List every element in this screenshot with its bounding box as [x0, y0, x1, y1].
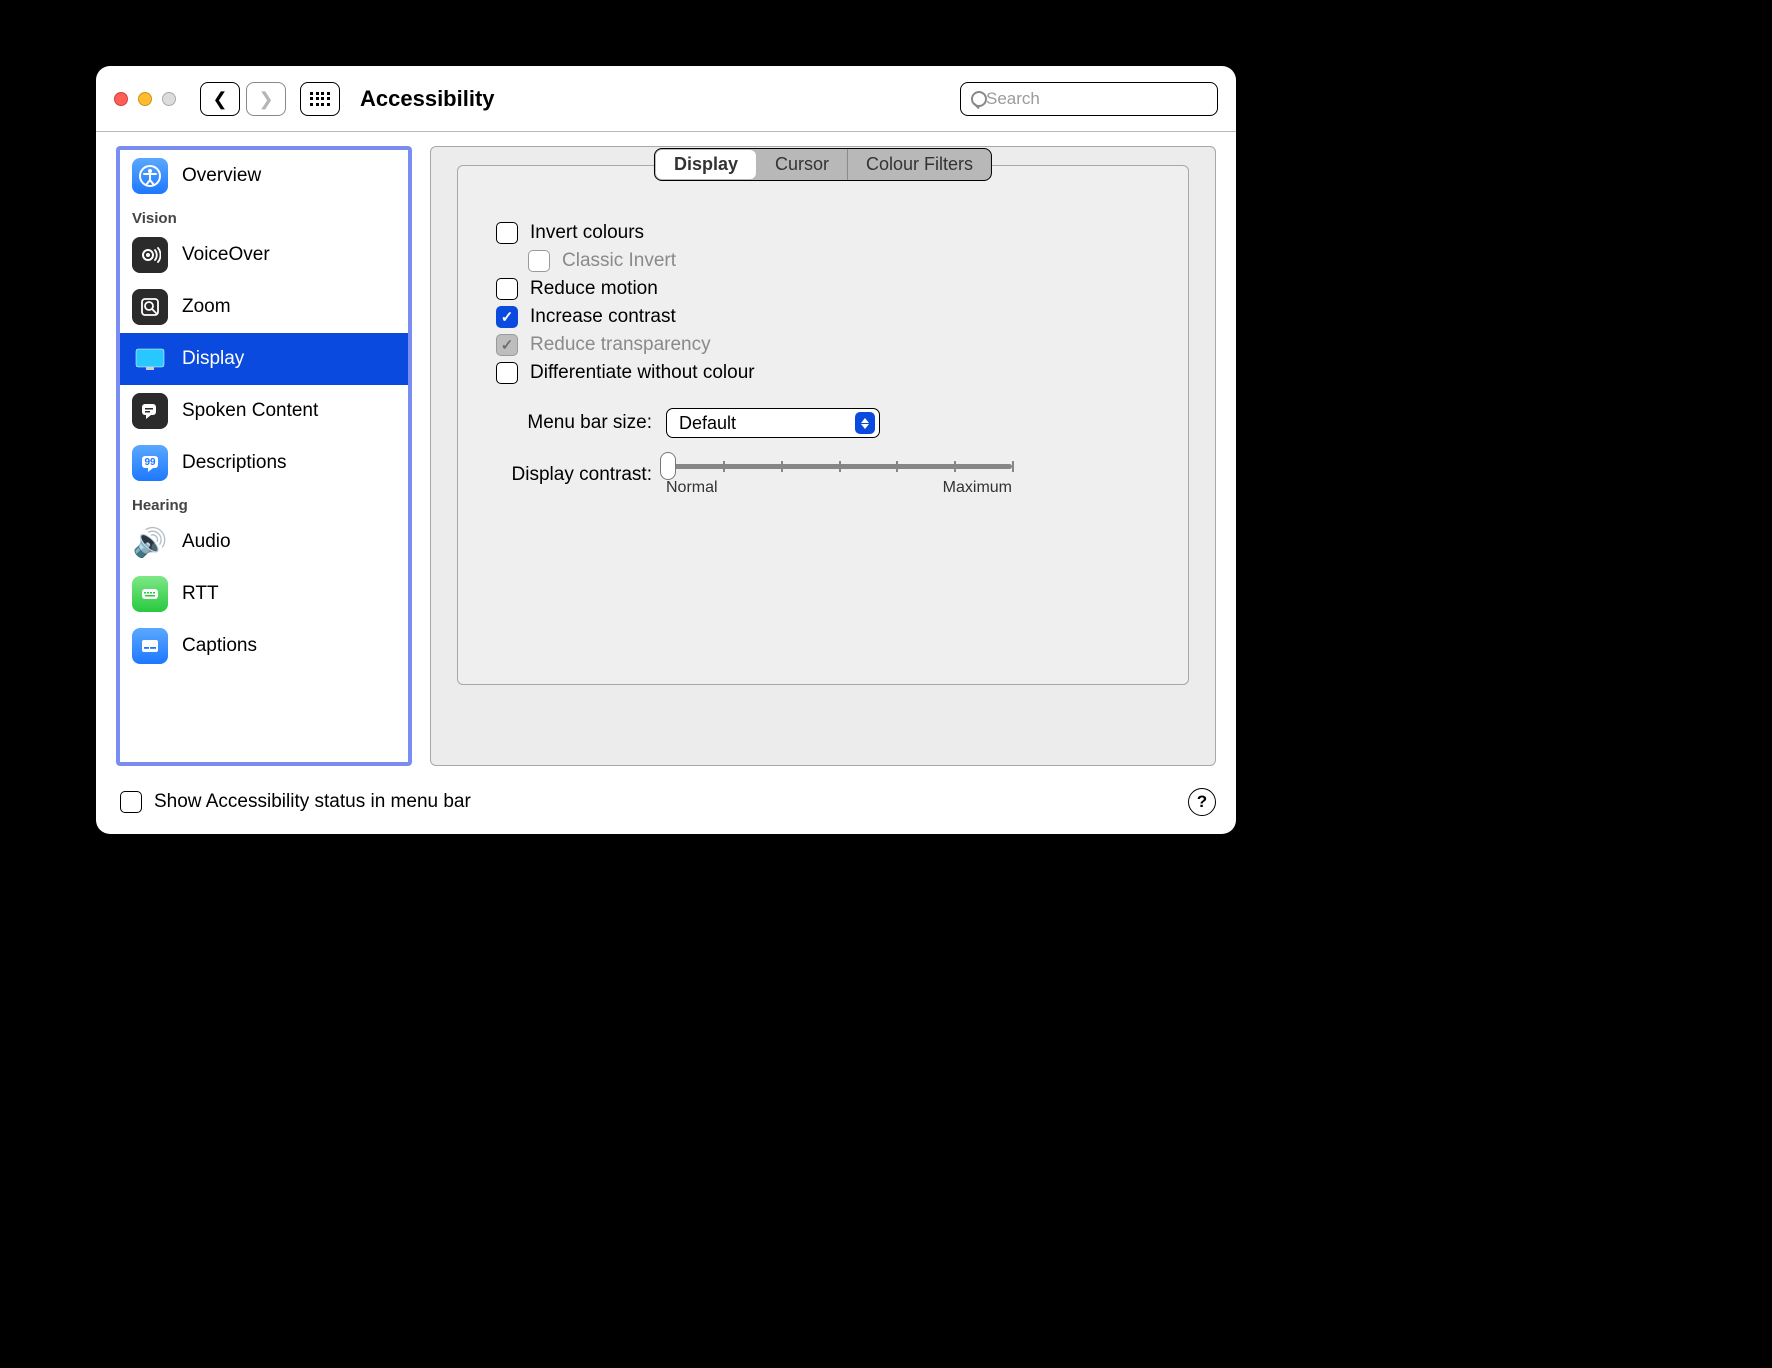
- chevron-right-icon: ❯: [258, 90, 273, 108]
- accessibility-icon: [132, 158, 168, 194]
- differentiate-row: Differentiate without colour: [496, 362, 1150, 384]
- search-icon: [971, 91, 978, 107]
- menu-bar-size-select[interactable]: Default: [666, 408, 880, 438]
- tab-colour-filters[interactable]: Colour Filters: [847, 149, 991, 180]
- show-status-checkbox[interactable]: [120, 791, 142, 813]
- display-contrast-slider[interactable]: [666, 464, 1012, 469]
- differentiate-checkbox[interactable]: [496, 362, 518, 384]
- voiceover-icon: [132, 237, 168, 273]
- close-window-button[interactable]: [114, 92, 128, 106]
- display-contrast-label: Display contrast:: [496, 464, 652, 486]
- sidebar-item-label: Audio: [182, 531, 231, 553]
- footer: Show Accessibility status in menu bar ?: [96, 778, 1236, 834]
- zoom-icon: [132, 289, 168, 325]
- slider-max-label: Maximum: [943, 479, 1012, 497]
- reduce-motion-label: Reduce motion: [530, 278, 658, 300]
- sidebar-item-label: Descriptions: [182, 452, 287, 474]
- help-icon: ?: [1197, 792, 1207, 812]
- display-contrast-row: Display contrast:: [496, 464, 1150, 497]
- slider-min-label: Normal: [666, 479, 718, 497]
- nav-group: ❮ ❯: [200, 82, 286, 116]
- increase-contrast-label: Increase contrast: [530, 306, 676, 328]
- window-title: Accessibility: [360, 86, 495, 112]
- classic-invert-row: Classic Invert: [528, 250, 1150, 272]
- segmented-control: Display Cursor Colour Filters: [654, 148, 992, 181]
- display-icon: [132, 341, 168, 377]
- sidebar-item-label: VoiceOver: [182, 244, 270, 266]
- sidebar-item-audio[interactable]: 🔊 Audio: [120, 516, 408, 568]
- show-all-button[interactable]: [300, 82, 340, 116]
- chevron-left-icon: ❮: [212, 90, 227, 108]
- menu-bar-size-label: Menu bar size:: [496, 412, 652, 434]
- display-settings-group: Display Cursor Colour Filters Invert col…: [457, 165, 1189, 685]
- svg-text:99: 99: [144, 457, 156, 468]
- sidebar-item-label: Display: [182, 348, 244, 370]
- sidebar-header-hearing: Hearing: [120, 489, 408, 516]
- descriptions-icon: 99: [132, 445, 168, 481]
- search-field[interactable]: [960, 82, 1218, 116]
- tab-display[interactable]: Display: [656, 150, 756, 179]
- reduce-transparency-row: Reduce transparency: [496, 334, 1150, 356]
- sidebar-item-label: Captions: [182, 635, 257, 657]
- classic-invert-checkbox: [528, 250, 550, 272]
- toolbar: ❮ ❯ Accessibility: [96, 66, 1236, 132]
- sidebar-item-descriptions[interactable]: 99 Descriptions: [120, 437, 408, 489]
- forward-button[interactable]: ❯: [246, 82, 286, 116]
- sidebar-item-label: Zoom: [182, 296, 231, 318]
- help-button[interactable]: ?: [1188, 788, 1216, 816]
- tab-cursor[interactable]: Cursor: [757, 149, 847, 180]
- captions-icon: [132, 628, 168, 664]
- grid-icon: [310, 92, 330, 106]
- invert-colours-row: Invert colours: [496, 222, 1150, 244]
- menu-bar-size-value: Default: [679, 413, 847, 434]
- main-panel: Display Cursor Colour Filters Invert col…: [430, 146, 1216, 766]
- sidebar-item-voiceover[interactable]: VoiceOver: [120, 229, 408, 281]
- show-status-label: Show Accessibility status in menu bar: [154, 791, 471, 813]
- sidebar-item-label: RTT: [182, 583, 219, 605]
- sidebar-item-spoken-content[interactable]: Spoken Content: [120, 385, 408, 437]
- audio-icon: 🔊: [132, 524, 168, 560]
- rtt-icon: [132, 576, 168, 612]
- reduce-transparency-label: Reduce transparency: [530, 334, 711, 356]
- classic-invert-label: Classic Invert: [562, 250, 676, 272]
- reduce-motion-row: Reduce motion: [496, 278, 1150, 300]
- sidebar-item-captions[interactable]: Captions: [120, 620, 408, 672]
- minimize-window-button[interactable]: [138, 92, 152, 106]
- spoken-content-icon: [132, 393, 168, 429]
- sidebar-item-display[interactable]: Display: [120, 333, 408, 385]
- invert-colours-checkbox[interactable]: [496, 222, 518, 244]
- content-area: Overview Vision VoiceOver Zoom: [96, 132, 1236, 778]
- sidebar-item-zoom[interactable]: Zoom: [120, 281, 408, 333]
- zoom-window-button[interactable]: [162, 92, 176, 106]
- search-input[interactable]: [986, 89, 1207, 109]
- updown-caret-icon: [855, 412, 875, 434]
- reduce-transparency-checkbox: [496, 334, 518, 356]
- reduce-motion-checkbox[interactable]: [496, 278, 518, 300]
- sidebar-item-rtt[interactable]: RTT: [120, 568, 408, 620]
- menu-bar-size-row: Menu bar size: Default: [496, 408, 1150, 438]
- invert-colours-label: Invert colours: [530, 222, 644, 244]
- sidebar[interactable]: Overview Vision VoiceOver Zoom: [116, 146, 412, 766]
- slider-thumb[interactable]: [660, 452, 676, 480]
- sidebar-item-label: Overview: [182, 165, 261, 187]
- sidebar-header-vision: Vision: [120, 202, 408, 229]
- increase-contrast-row: Increase contrast: [496, 306, 1150, 328]
- sidebar-item-label: Spoken Content: [182, 400, 318, 422]
- back-button[interactable]: ❮: [200, 82, 240, 116]
- increase-contrast-checkbox[interactable]: [496, 306, 518, 328]
- differentiate-label: Differentiate without colour: [530, 362, 755, 384]
- sidebar-item-overview[interactable]: Overview: [120, 150, 408, 202]
- window-controls: [114, 92, 176, 106]
- accessibility-preferences-window: ❮ ❯ Accessibility Overvi: [96, 66, 1236, 834]
